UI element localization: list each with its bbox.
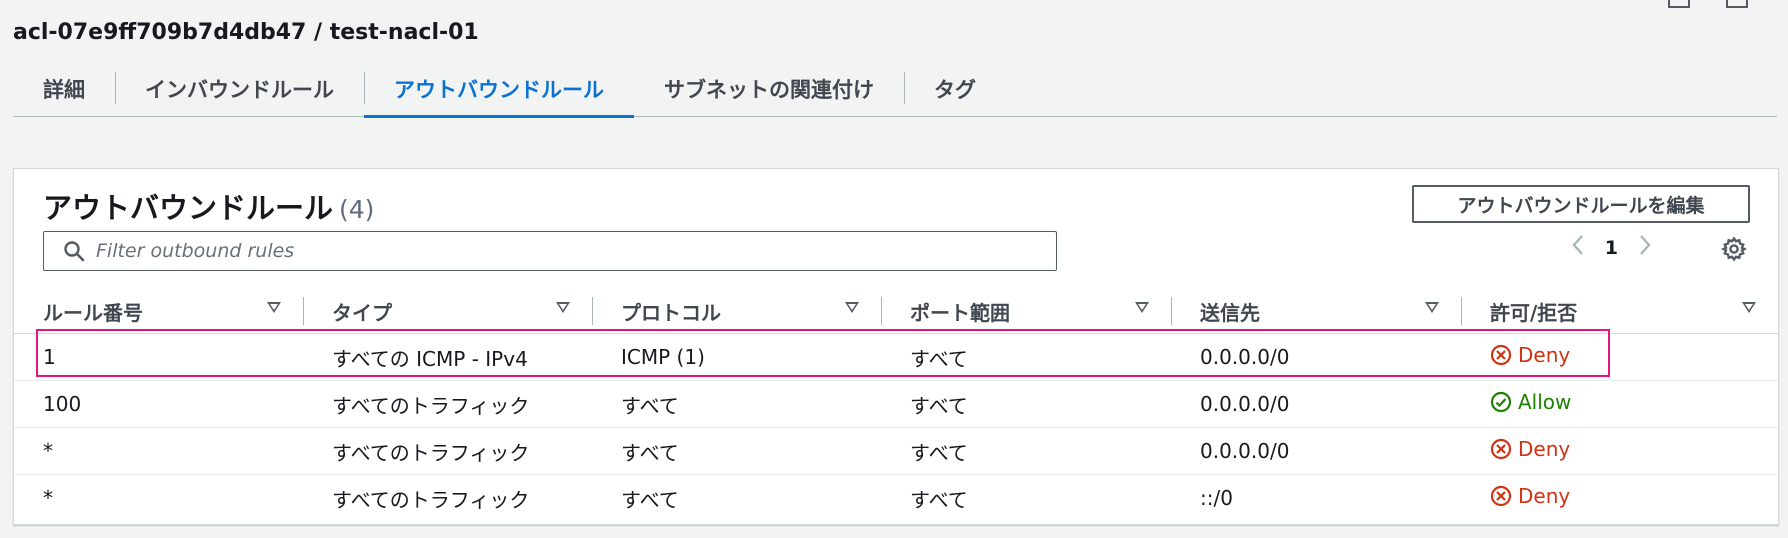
cell-type: すべてのトラフィック	[332, 487, 530, 512]
x-circle-icon	[1490, 438, 1512, 460]
sort-caret-icon[interactable]	[267, 302, 281, 313]
cell-protocol: すべて	[621, 487, 679, 512]
cell-type: すべてのトラフィック	[303, 380, 592, 428]
edit-outbound-rules-button[interactable]: アウトバウンドルールを編集	[1412, 185, 1750, 223]
page-title: acl-07e9ff709b7d4db47 / test-nacl-01	[13, 20, 479, 45]
status-text: Deny	[1518, 343, 1571, 367]
status-text: Allow	[1518, 390, 1572, 414]
cell-destination: 0.0.0.0/0	[1171, 333, 1461, 381]
cell-port-range: すべて	[881, 333, 1171, 381]
column-header-type[interactable]: タイプ	[303, 289, 592, 334]
x-circle-icon	[1490, 485, 1512, 507]
column-header-label: ポート範囲	[910, 300, 1010, 325]
window-controls	[1668, 0, 1748, 8]
chevron-right-icon[interactable]	[1638, 233, 1652, 262]
table-header-row: ルール番号 タイプ プロトコル ポート範囲 送信先 許可/拒否	[14, 289, 1778, 334]
sort-caret-icon[interactable]	[1425, 302, 1439, 313]
gear-icon[interactable]	[1720, 235, 1748, 263]
cell-destination: ::/0	[1200, 486, 1233, 510]
column-header-label: ルール番号	[43, 300, 143, 325]
cell-type: すべての ICMP - IPv4	[303, 333, 592, 381]
column-header-destination[interactable]: 送信先	[1171, 289, 1461, 334]
cell-rule-number: 100	[14, 380, 303, 428]
table-row[interactable]: * すべてのトラフィック すべて すべて ::/0 Deny	[14, 475, 1778, 522]
panel-title: アウトバウンドルール (4)	[43, 185, 374, 227]
cell-type: すべてのトラフィック	[303, 427, 592, 475]
status-badge: Deny	[1490, 437, 1570, 461]
status-badge: Deny	[1490, 484, 1570, 508]
tab-tags[interactable]: タグ	[904, 62, 1006, 116]
column-header-label: 許可/拒否	[1490, 300, 1578, 325]
tab-subnet-associations[interactable]: サブネットの関連付け	[634, 62, 904, 116]
status-badge: Deny	[1490, 343, 1570, 367]
column-header-label: プロトコル	[621, 300, 721, 325]
cell-port-range: すべて	[881, 380, 1171, 428]
column-header-label: タイプ	[332, 300, 392, 325]
column-header-allow-deny[interactable]: 許可/拒否	[1461, 289, 1778, 334]
cell-port-range: すべて	[881, 427, 1171, 475]
status-text: Deny	[1518, 484, 1571, 508]
outbound-rules-panel: アウトバウンドルール (4) アウトバウンドルールを編集 Filter outbo…	[13, 168, 1779, 525]
sort-caret-icon[interactable]	[1742, 302, 1756, 313]
tab-bar: 詳細 インバウンドルール アウトバウンドルール サブネットの関連付け タグ	[13, 62, 1777, 118]
cell-protocol: ICMP (1)	[592, 333, 881, 381]
rules-table: ルール番号 タイプ プロトコル ポート範囲 送信先 許可/拒否 1 すべての I…	[14, 289, 1778, 521]
maximize-icon[interactable]	[1726, 0, 1748, 8]
sort-caret-icon[interactable]	[556, 302, 570, 313]
panel-title-text: アウトバウンドルール	[43, 191, 334, 225]
current-page[interactable]: 1	[1605, 237, 1618, 259]
column-header-label: 送信先	[1200, 300, 1260, 325]
column-header-port-range[interactable]: ポート範囲	[881, 289, 1171, 334]
cell-rule-number: 1	[14, 333, 303, 381]
cell-allow-deny: Deny	[1461, 475, 1778, 522]
cell-port-range: すべて	[910, 487, 968, 512]
cell-rule-number: *	[14, 427, 303, 475]
search-input[interactable]: Filter outbound rules	[43, 231, 1057, 271]
table-row[interactable]: 100 すべてのトラフィック すべて すべて 0.0.0.0/0 Allow	[14, 380, 1778, 428]
status-text: Deny	[1518, 437, 1571, 461]
cell-protocol: すべて	[592, 427, 881, 475]
tab-details[interactable]: 詳細	[13, 62, 115, 116]
search-icon	[56, 240, 92, 262]
minimize-icon[interactable]	[1668, 0, 1690, 8]
column-header-protocol[interactable]: プロトコル	[592, 289, 881, 334]
table-row[interactable]: 1 すべての ICMP - IPv4 ICMP (1) すべて 0.0.0.0/…	[14, 333, 1778, 381]
cell-destination: 0.0.0.0/0	[1171, 427, 1461, 475]
search-placeholder: Filter outbound rules	[96, 240, 295, 262]
table-row[interactable]: * すべてのトラフィック すべて すべて 0.0.0.0/0 Deny	[14, 427, 1778, 475]
tab-outbound-rules[interactable]: アウトバウンドルール	[364, 62, 634, 118]
cell-destination: 0.0.0.0/0	[1171, 380, 1461, 428]
chevron-left-icon[interactable]	[1571, 233, 1585, 262]
x-circle-icon	[1490, 344, 1512, 366]
cell-protocol: すべて	[592, 380, 881, 428]
check-circle-icon	[1490, 391, 1512, 413]
cell-rule-number: *	[43, 486, 53, 510]
sort-caret-icon[interactable]	[1135, 302, 1149, 313]
tab-inbound-rules[interactable]: インバウンドルール	[115, 62, 364, 116]
cell-allow-deny: Allow	[1461, 380, 1778, 428]
cell-allow-deny: Deny	[1461, 427, 1778, 475]
status-badge: Allow	[1490, 390, 1571, 414]
cell-allow-deny: Deny	[1461, 333, 1778, 381]
column-header-rule-number[interactable]: ルール番号	[14, 289, 303, 334]
rule-count: (4)	[339, 195, 375, 224]
pagination: 1	[1571, 233, 1652, 262]
sort-caret-icon[interactable]	[845, 302, 859, 313]
